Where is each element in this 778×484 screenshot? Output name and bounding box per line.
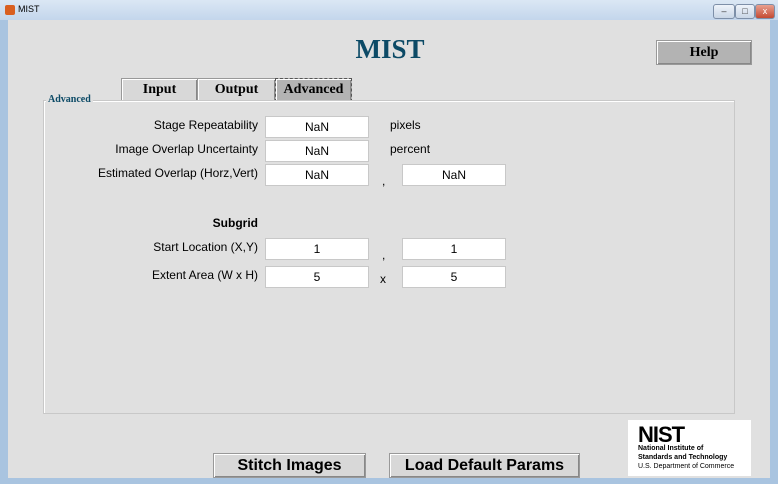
nist-logo: NIST National Institute of Standards and… xyxy=(628,420,751,476)
matlab-app-icon xyxy=(5,5,15,15)
window-title: MIST xyxy=(18,4,40,14)
tab-output[interactable]: Output xyxy=(197,78,276,102)
maximize-button[interactable]: □ xyxy=(735,4,755,19)
subgrid-heading: Subgrid xyxy=(212,216,258,230)
extent-area-label: Extent Area (W x H) xyxy=(151,268,258,282)
logo-line: Standards and Technology xyxy=(638,454,728,461)
estimated-overlap-vert-input[interactable]: NaN xyxy=(402,164,506,186)
stitch-images-button[interactable]: Stitch Images xyxy=(213,453,366,478)
start-location-label: Start Location (X,Y) xyxy=(153,240,258,254)
logo-line: U.S. Department of Commerce xyxy=(638,463,735,470)
logo-line: National Institute of xyxy=(638,445,704,452)
pixels-unit: pixels xyxy=(390,118,421,132)
help-button[interactable]: Help xyxy=(656,40,752,65)
percent-unit: percent xyxy=(390,142,431,156)
panel-label: Advanced xyxy=(46,94,93,105)
estimated-overlap-horz-input[interactable]: NaN xyxy=(265,164,369,186)
start-y-input[interactable]: 1 xyxy=(402,238,506,260)
stage-repeatability-input[interactable]: NaN xyxy=(265,116,369,138)
comma-separator: , xyxy=(382,248,386,262)
estimated-overlap-label: Estimated Overlap (Horz,Vert) xyxy=(97,166,258,180)
tab-advanced[interactable]: Advanced xyxy=(275,78,352,102)
overlap-uncertainty-input[interactable]: NaN xyxy=(265,140,369,162)
overlap-uncertainty-label: Image Overlap Uncertainty xyxy=(115,142,258,156)
start-x-input[interactable]: 1 xyxy=(265,238,369,260)
extent-width-input[interactable]: 5 xyxy=(265,266,369,288)
minimize-button[interactable]: – xyxy=(713,4,735,19)
close-button[interactable]: x xyxy=(755,4,775,19)
app-title: MIST xyxy=(355,34,425,64)
stage-repeatability-label: Stage Repeatability xyxy=(153,118,258,132)
x-separator: x xyxy=(380,272,386,286)
title-bar xyxy=(0,0,778,20)
tab-input[interactable]: Input xyxy=(121,78,198,102)
extent-height-input[interactable]: 5 xyxy=(402,266,506,288)
comma-separator: , xyxy=(382,174,386,188)
load-default-params-button[interactable]: Load Default Params xyxy=(389,453,580,478)
